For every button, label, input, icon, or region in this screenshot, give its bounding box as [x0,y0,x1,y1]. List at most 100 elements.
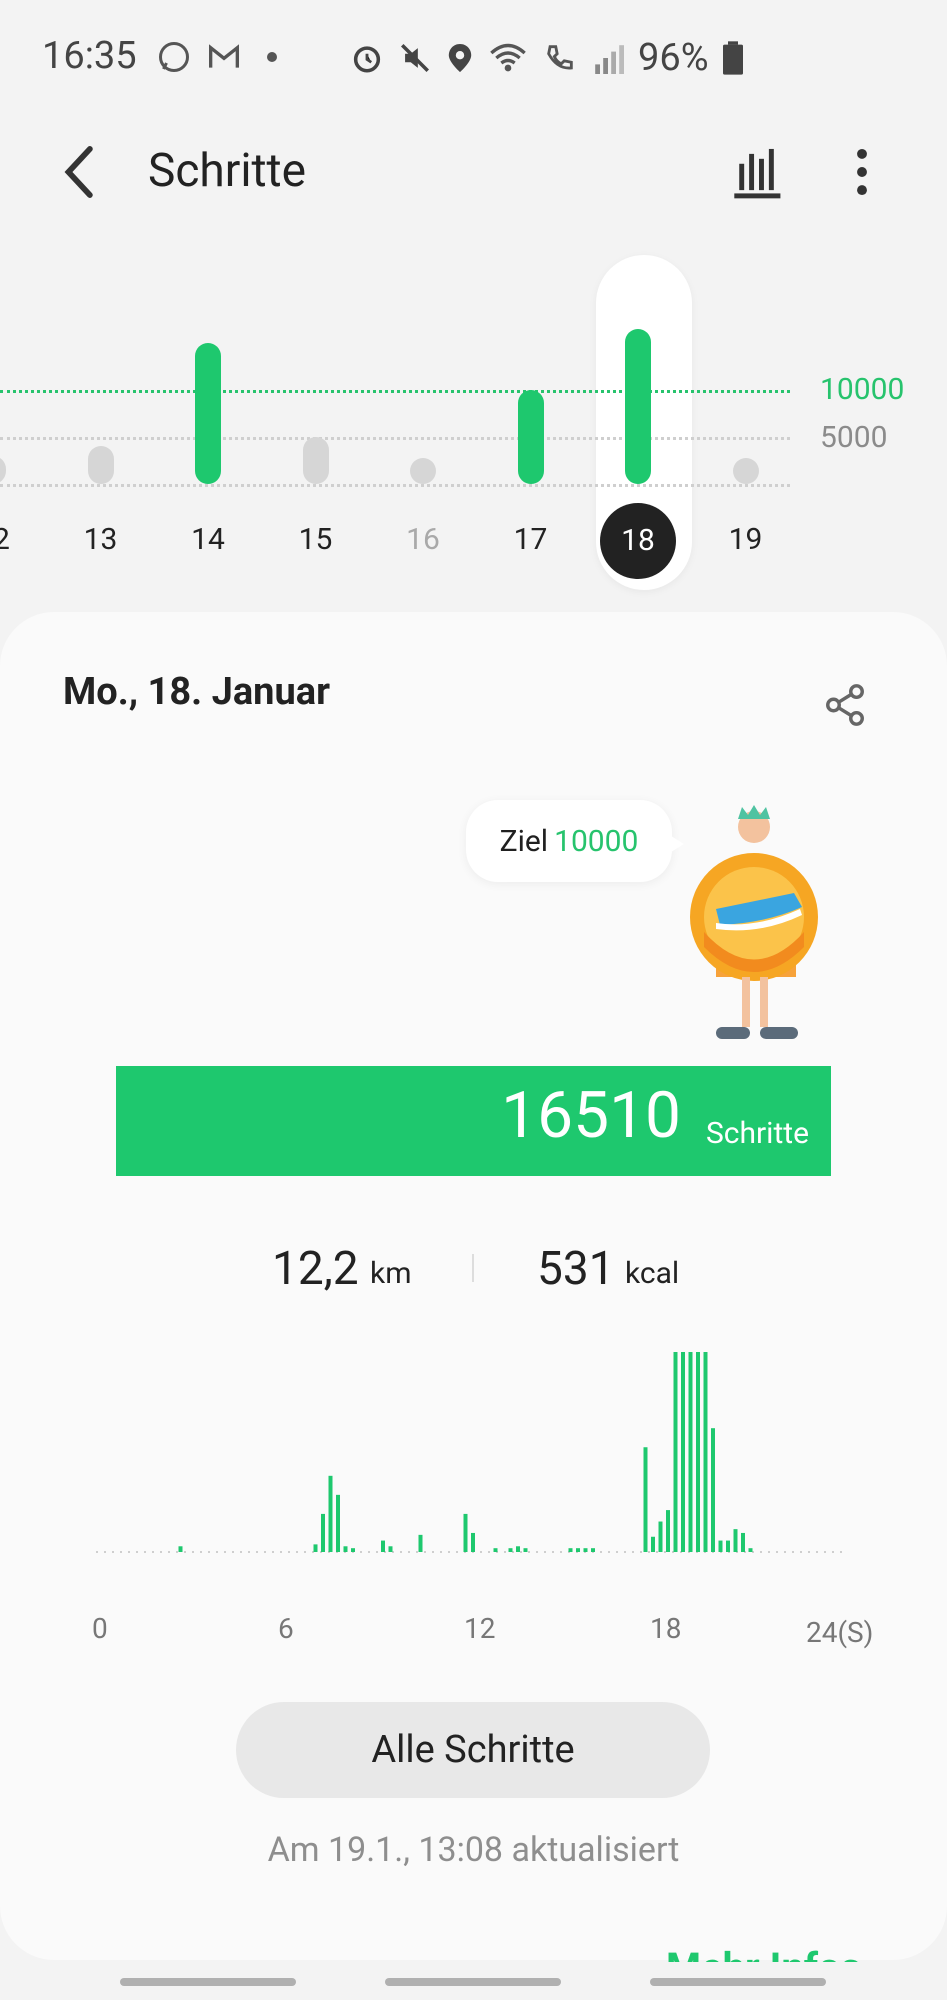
dot-icon [266,38,278,76]
week-bar[interactable] [195,343,221,484]
hourly-bar [681,1352,685,1552]
hourly-bar [688,1352,693,1552]
hourly-bar [388,1546,393,1552]
hourly-bar [696,1352,700,1552]
hourly-bar [591,1548,595,1552]
steps-progress-bar: 16510 Schritte [116,1066,831,1176]
week-day-label[interactable]: 18 [600,503,676,579]
hourly-bar [673,1352,678,1552]
selected-date: Mo., 18. Januar [63,670,331,714]
gmail-icon [208,38,240,76]
status-bar: 16:35 96% [0,0,947,110]
battery-icon [722,41,743,75]
week-bar[interactable] [517,390,544,484]
week-day-label[interactable]: 15 [281,522,351,557]
hourly-bar [726,1540,730,1552]
navigation-bar [0,1962,947,2000]
hourly-bar [516,1546,520,1552]
week-bar[interactable] [0,455,6,484]
bar-chart-icon [734,148,781,199]
nav-recents-button[interactable] [120,1978,296,1986]
more-options-button[interactable] [850,144,874,200]
hourly-bar [508,1548,513,1552]
hourly-bar [463,1513,468,1552]
mute-icon [400,43,430,73]
week-day-label[interactable]: 19 [711,522,781,557]
app-header: Schritte [0,130,947,230]
week-day-label[interactable]: 16 [388,522,458,557]
alarm-icon [353,46,381,73]
hourly-steps-chart [96,1352,846,1553]
status-time: 16:35 [42,34,137,78]
hourly-bar [351,1548,355,1552]
hourly-bar [733,1529,738,1552]
distance-unit: km [370,1256,412,1291]
hourly-bar [178,1546,183,1552]
stats-row: 12,2 km 531 kcal [0,1242,947,1302]
hourly-axis-label: 0 [92,1612,108,1645]
hourly-bar [336,1494,340,1552]
calories-unit: kcal [625,1256,680,1291]
hourly-bar [718,1540,723,1552]
week-bar[interactable] [625,328,651,484]
hourly-bar [471,1532,475,1552]
back-button[interactable] [60,144,110,204]
hourly-bar [343,1546,348,1552]
hourly-axis-label: 6 [278,1612,294,1645]
week-day-label[interactable]: 13 [66,522,136,557]
steps-unit: Schritte [705,1116,809,1151]
share-button[interactable] [822,682,872,732]
hourly-bar [381,1540,385,1552]
hourly-axis-label: 12 [464,1612,496,1645]
whatsapp-icon [156,38,192,76]
hourly-bar [493,1548,498,1552]
hourly-bar [576,1548,580,1552]
distance-value: 12,2 [272,1242,359,1296]
hourly-bar [321,1513,325,1552]
hourly-bar [741,1532,745,1552]
week-bar[interactable] [302,437,329,484]
hourly-axis-label: 18 [650,1612,682,1645]
goal-gridline [0,390,790,393]
week-day-label[interactable]: 17 [496,522,566,557]
baseline-gridline [0,484,790,487]
more-vertical-icon [857,148,867,196]
hourly-bar [651,1536,655,1552]
day-detail-card: Mo., 18. Januar Ziel 10000 16510 Schritt… [0,612,947,1991]
signal-icon [595,45,624,74]
goal-prefix: Ziel [499,823,549,859]
week-bar[interactable] [87,446,114,484]
goal-axis-label: 10000 [820,372,905,407]
calories-value: 531 [537,1242,615,1296]
hourly-bar [583,1548,588,1552]
page-title: Schritte [148,144,306,198]
goal-value: 10000 [554,823,639,859]
hourly-bar [666,1510,670,1552]
week-day-label[interactable]: 14 [173,522,243,557]
stats-divider [472,1254,474,1282]
share-icon [826,684,864,726]
location-icon [448,44,472,72]
hourly-axis-label: 24(S) [806,1616,874,1649]
hourly-bar [418,1534,423,1552]
week-bar[interactable] [732,458,759,484]
steps-count: 16510 [501,1078,681,1153]
half-axis-label: 5000 [820,420,888,455]
status-icons: 96% [350,36,743,80]
nav-home-button[interactable] [385,1978,561,1986]
mascot-illustration [690,805,818,1039]
nav-back-button[interactable] [650,1978,826,1986]
week-day-label[interactable]: 12 [0,522,28,557]
hourly-bar [523,1548,528,1552]
hourly-bar [313,1544,318,1552]
last-updated-text: Am 19.1., 13:08 aktualisiert [267,1830,680,1870]
trends-button[interactable] [734,144,784,200]
hourly-bar [703,1352,708,1552]
hourly-bar [711,1428,715,1552]
hourly-bar [748,1548,753,1552]
all-steps-button[interactable]: Alle Schritte [236,1702,710,1798]
week-bar[interactable] [410,458,436,484]
wifi-icon [490,43,526,72]
battery-percent: 96% [638,36,709,80]
goal-bubble: Ziel 10000 [466,800,672,882]
